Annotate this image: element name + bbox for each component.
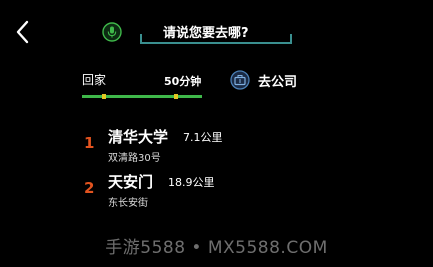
- microphone-icon: [102, 22, 122, 42]
- company-label: 去公司: [258, 75, 298, 90]
- result-index: 1: [84, 134, 95, 152]
- list-item[interactable]: 2 天安门 18.9公里 东长安街: [84, 171, 284, 211]
- briefcase-icon: [230, 70, 250, 90]
- list-item[interactable]: 1 清华大学 7.1公里 双清路30号: [84, 126, 284, 166]
- result-distance: 18.9公里: [168, 176, 215, 189]
- result-distance: 7.1公里: [183, 131, 223, 144]
- company-shortcut[interactable]: 去公司: [230, 70, 310, 92]
- watermark: 手游5588 • MX5588.COM: [105, 238, 328, 258]
- home-shortcut[interactable]: 回家 50分钟: [82, 70, 204, 100]
- result-index: 2: [84, 179, 95, 197]
- traffic-marker: [102, 94, 106, 99]
- result-name: 清华大学: [108, 128, 169, 146]
- result-name: 天安门: [108, 173, 154, 191]
- result-address: 双清路30号: [108, 153, 161, 164]
- chevron-left-icon: [16, 20, 29, 44]
- result-address: 东长安街: [108, 198, 148, 209]
- search-box[interactable]: 请说您要去哪?: [140, 20, 292, 44]
- home-label: 回家: [82, 73, 107, 87]
- search-box-frame: [140, 34, 292, 44]
- voice-input-button[interactable]: [102, 22, 122, 42]
- traffic-bar: [82, 94, 202, 99]
- back-button[interactable]: [12, 18, 34, 46]
- traffic-marker: [174, 94, 178, 99]
- home-duration: 50分钟: [164, 75, 202, 88]
